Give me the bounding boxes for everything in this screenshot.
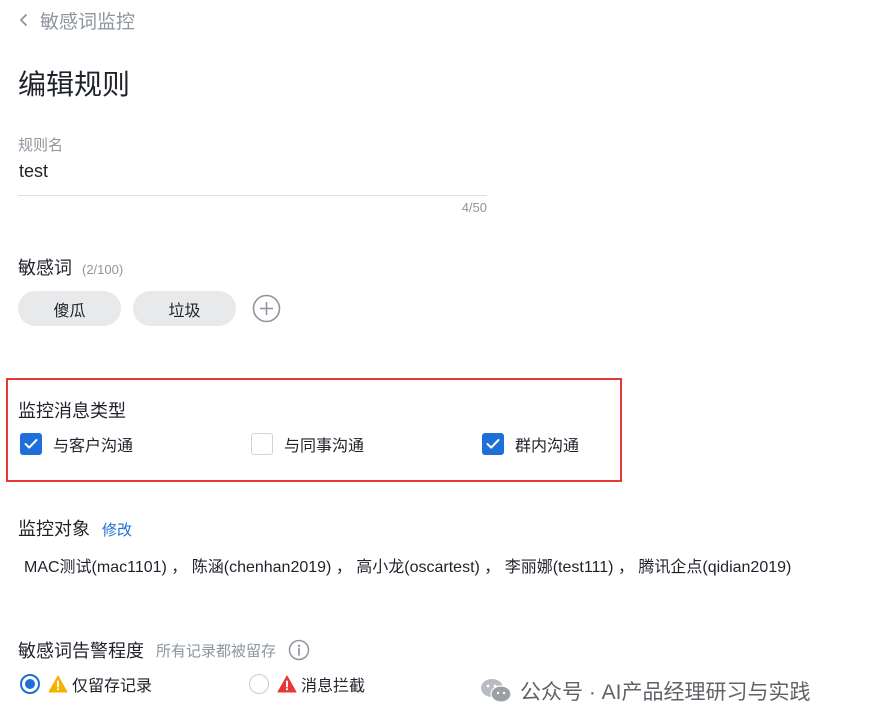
info-icon[interactable] [288,639,310,661]
alert-option-block-message[interactable]: 消息拦截 [249,672,365,696]
warning-red-icon [277,675,297,693]
message-type-option-group[interactable]: 群内沟通 [482,432,579,456]
sensitive-words-header: 敏感词 (2/100) [18,254,123,280]
alert-level-hint: 所有记录都被留存 [156,642,277,660]
monitor-targets-header: 监控对象 修改 [18,515,132,541]
message-type-title: 监控消息类型 [18,401,126,421]
message-type-highlight-frame [6,378,622,482]
alert-option-label: 仅留存记录 [72,678,153,695]
check-icon [486,439,500,449]
sensitive-words-count: (2/100) [82,262,124,277]
wechat-logo-icon [481,679,512,703]
radio-unselected[interactable] [249,674,269,694]
sensitive-words-label: 敏感词 [18,258,72,278]
rule-name-input[interactable] [18,160,487,196]
checkbox-unchecked[interactable] [251,433,273,455]
message-type-option-colleague[interactable]: 与同事沟通 [251,432,364,456]
alert-option-keep-record[interactable]: 仅留存记录 [20,672,152,696]
sensitive-word-tag[interactable]: 垃圾 [133,291,236,326]
chevron-left-icon [20,14,27,26]
monitor-targets-list: MAC测试(mac1101) ， 陈涵(chenhan2019) ， 高小龙(o… [24,559,792,576]
watermark-text: 公众号 · AI产品经理研习与实践 [520,681,811,704]
monitor-targets-title: 监控对象 [18,519,90,539]
page-title: 编辑规则 [18,69,131,100]
check-icon [24,439,38,449]
alert-level-title: 敏感词告警程度 [18,641,144,661]
wechat-watermark: 公众号 · AI产品经理研习与实践 [480,676,811,706]
alert-option-label: 消息拦截 [301,678,366,695]
radio-dot [25,679,35,689]
edit-targets-link[interactable]: 修改 [102,519,132,540]
rule-name-char-counter: 4/50 [461,200,487,215]
radio-selected[interactable] [20,674,40,694]
warning-yellow-icon [48,675,68,693]
back-nav-button[interactable]: 敏感词监控 [18,6,135,34]
checkbox-checked[interactable] [482,433,504,455]
rule-name-label: 规则名 [18,137,64,154]
message-type-label: 与客户沟通 [53,438,134,455]
checkbox-checked[interactable] [20,433,42,455]
back-nav-label: 敏感词监控 [40,11,136,33]
sensitive-word-tag[interactable]: 傻瓜 [18,291,121,326]
message-type-label: 群内沟通 [515,438,580,455]
message-type-option-customer[interactable]: 与客户沟通 [20,432,133,456]
alert-level-header: 敏感词告警程度 所有记录都被留存 [18,637,310,663]
message-type-label: 与同事沟通 [284,438,365,455]
add-word-plus-icon[interactable] [252,294,281,323]
